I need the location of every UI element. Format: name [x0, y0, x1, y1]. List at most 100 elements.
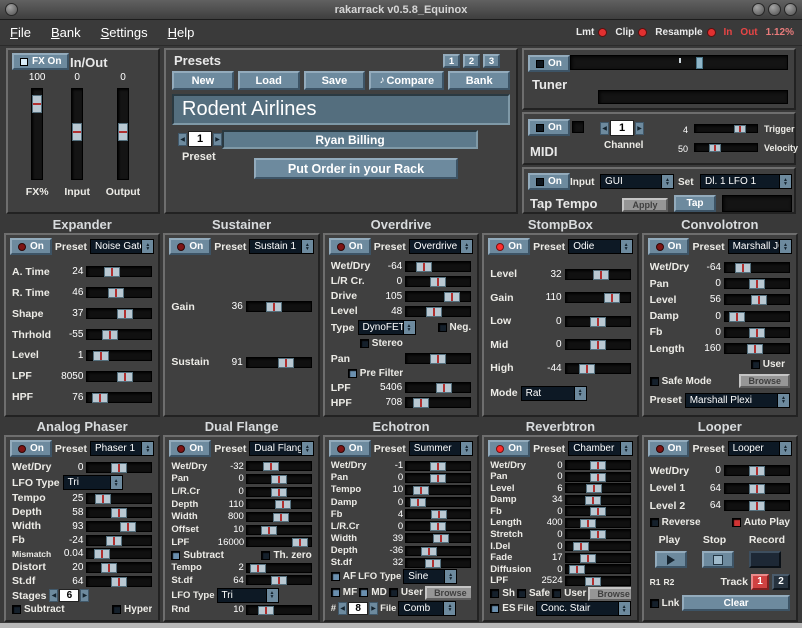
slider[interactable] [405, 353, 471, 364]
checkbox-sh[interactable]: Sh [490, 588, 515, 599]
slider-handle[interactable] [749, 484, 765, 494]
browse-button[interactable]: Browse [425, 586, 471, 600]
bank-slot-2[interactable]: 2 [463, 54, 480, 68]
slider[interactable] [405, 546, 471, 556]
slider[interactable] [405, 461, 471, 471]
browse-button[interactable]: Browse [739, 374, 790, 388]
rec-button[interactable] [749, 551, 781, 568]
slider-handle[interactable] [416, 262, 432, 272]
slider[interactable] [246, 499, 312, 509]
slider-handle[interactable] [749, 328, 765, 338]
slider-handle[interactable] [590, 317, 606, 327]
tuner-on-button[interactable]: On [528, 55, 570, 72]
slider-handle[interactable] [433, 534, 449, 543]
slider[interactable] [86, 329, 152, 340]
slider-handle[interactable] [32, 95, 42, 113]
slider[interactable] [86, 462, 152, 473]
slider[interactable] [86, 562, 152, 573]
slider-handle[interactable] [111, 577, 127, 587]
slider[interactable] [246, 575, 312, 585]
expander-on-button[interactable]: On [10, 238, 52, 255]
choice-sine[interactable]: Sine [403, 569, 457, 584]
trigger-slider[interactable] [694, 124, 758, 133]
spinner-left-arrow-icon[interactable]: ◀ [338, 602, 347, 615]
slider[interactable] [405, 485, 471, 495]
vertical-slider[interactable] [71, 88, 83, 180]
spinner-right-arrow-icon[interactable]: ▶ [369, 602, 378, 615]
slider-handle[interactable] [430, 474, 446, 483]
overdrive-on-button[interactable]: On [329, 238, 371, 255]
slider-handle[interactable] [261, 526, 277, 535]
slider-handle[interactable] [101, 563, 117, 573]
slider-handle[interactable] [436, 383, 452, 393]
slider-handle[interactable] [120, 522, 136, 532]
slider[interactable] [86, 521, 152, 532]
slider[interactable] [565, 529, 631, 539]
slider-handle[interactable] [292, 538, 308, 547]
checkbox-user[interactable]: User [389, 587, 423, 598]
slider[interactable] [565, 363, 631, 374]
slider[interactable] [405, 497, 471, 507]
slider-handle[interactable] [250, 564, 266, 573]
slider-handle[interactable] [117, 372, 133, 382]
new-button[interactable]: New [172, 71, 234, 90]
slider[interactable] [565, 460, 631, 470]
slider[interactable] [405, 533, 471, 543]
slider-handle[interactable] [431, 510, 447, 519]
spinner-right-arrow-icon[interactable]: ▶ [80, 589, 89, 602]
slider-handle[interactable] [751, 295, 767, 305]
slider-handle[interactable] [111, 508, 127, 518]
slider-handle[interactable] [117, 309, 133, 319]
slider[interactable] [86, 493, 152, 504]
slider-handle[interactable] [111, 463, 127, 473]
apply-button[interactable]: Apply [622, 198, 668, 212]
vertical-slider[interactable] [31, 88, 43, 180]
checkbox-mf[interactable]: MF [331, 587, 357, 598]
slider[interactable] [405, 382, 471, 393]
analog-phaser-on-button[interactable]: On [10, 440, 52, 457]
slider[interactable] [565, 495, 631, 505]
checkbox-pre-filter[interactable]: Pre Filter [348, 368, 403, 379]
slider[interactable] [724, 465, 790, 476]
checkbox-af[interactable]: AF [331, 571, 356, 582]
slider[interactable] [565, 553, 631, 563]
save-button[interactable]: Save [304, 71, 366, 90]
slider[interactable] [565, 292, 631, 303]
checkbox-subtract[interactable]: Subtract [12, 604, 65, 615]
choice-comb[interactable]: Comb [398, 601, 456, 616]
slider-handle[interactable] [421, 547, 437, 556]
slider[interactable] [405, 261, 471, 272]
slider[interactable] [405, 558, 471, 568]
maximize-button[interactable] [768, 3, 781, 16]
dual-flange-on-button[interactable]: On [169, 440, 211, 457]
preset-choice[interactable]: Looper [728, 441, 792, 456]
slider[interactable] [86, 308, 152, 319]
midi-on-button[interactable]: On [528, 119, 570, 136]
convolotron-on-button[interactable]: On [648, 238, 690, 255]
slider-handle[interactable] [709, 144, 721, 152]
bank-slot-1[interactable]: 1 [443, 54, 460, 68]
slider-handle[interactable] [735, 263, 751, 273]
slider-handle[interactable] [579, 364, 595, 374]
checkbox-user[interactable]: User [552, 588, 586, 599]
slider-handle[interactable] [263, 462, 279, 471]
slider[interactable] [724, 262, 790, 273]
menu-file[interactable]: File [0, 25, 41, 40]
slider-handle[interactable] [94, 549, 110, 559]
slider-handle[interactable] [569, 565, 585, 574]
spinner-left-arrow-icon[interactable]: ◀ [600, 122, 609, 135]
preset-name-field[interactable]: Rodent Airlines [172, 94, 510, 125]
slider[interactable] [724, 327, 790, 338]
slider-handle[interactable] [734, 125, 746, 133]
slider[interactable] [86, 535, 152, 546]
slider-handle[interactable] [585, 496, 601, 505]
slider[interactable] [405, 306, 471, 317]
minimize-button[interactable] [752, 3, 765, 16]
preset-choice[interactable]: Chamber [568, 441, 632, 456]
choice-tri[interactable]: Tri [217, 588, 279, 603]
preset-choice[interactable]: Odie [568, 239, 632, 254]
slider[interactable] [565, 506, 631, 516]
play-button[interactable] [655, 551, 687, 568]
stop-button[interactable] [702, 551, 734, 568]
spinner-right-arrow-icon[interactable]: ▶ [635, 122, 644, 135]
